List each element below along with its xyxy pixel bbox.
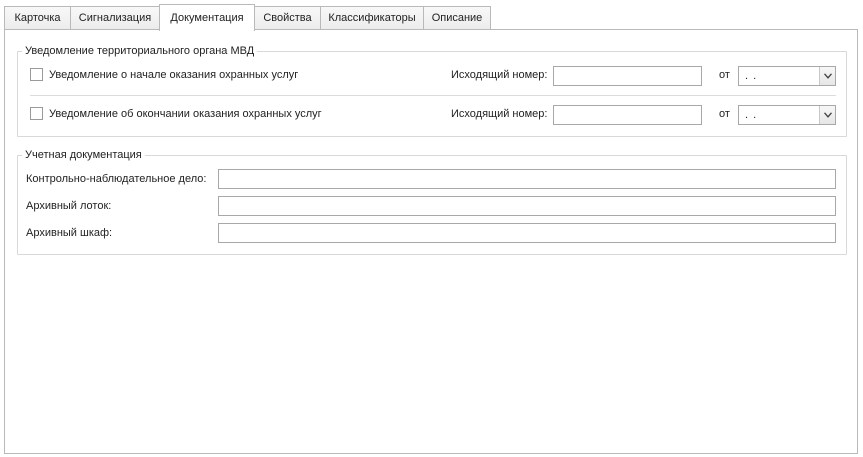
- start-date-value: . .: [745, 70, 758, 82]
- notification-group: Уведомление территориального органа МВД …: [17, 44, 847, 137]
- archive-cabinet-label: Архивный шкаф:: [26, 227, 113, 239]
- tab-properties[interactable]: Свойства: [254, 6, 321, 30]
- start-notification-label: Уведомление о начале оказания охранных у…: [49, 69, 299, 81]
- tab-documentation[interactable]: Документация: [159, 4, 255, 31]
- end-date-value: . .: [745, 109, 758, 121]
- end-notification-label: Уведомление об окончании оказания охранн…: [49, 108, 322, 120]
- tab-card[interactable]: Карточка: [4, 6, 71, 30]
- accounting-group: Учетная документация Контрольно-наблюдат…: [17, 148, 847, 255]
- start-notification-checkbox[interactable]: [30, 68, 43, 81]
- start-date-picker[interactable]: . .: [738, 66, 836, 86]
- tab-description[interactable]: Описание: [423, 6, 491, 30]
- end-notification-checkbox[interactable]: [30, 107, 43, 120]
- start-date-dropdown-button[interactable]: [819, 67, 835, 85]
- row-separator: [30, 95, 836, 96]
- end-outgoing-number-input[interactable]: [553, 105, 702, 125]
- documentation-panel: Уведомление территориального органа МВД …: [4, 29, 858, 454]
- accounting-group-title: Учетная документация: [22, 148, 145, 162]
- archive-cabinet-input[interactable]: [218, 223, 836, 243]
- tab-signaling[interactable]: Сигнализация: [70, 6, 160, 30]
- notification-group-title: Уведомление территориального органа МВД: [22, 44, 258, 58]
- end-date-picker[interactable]: . .: [738, 105, 836, 125]
- control-case-input[interactable]: [218, 169, 836, 189]
- start-outgoing-number-label: Исходящий номер:: [451, 69, 548, 81]
- archive-tray-input[interactable]: [218, 196, 836, 216]
- chevron-down-icon: [824, 73, 832, 79]
- archive-tray-label: Архивный лоток:: [26, 200, 112, 212]
- end-date-dropdown-button[interactable]: [819, 106, 835, 124]
- chevron-down-icon: [824, 112, 832, 118]
- tab-bar: Карточка Сигнализация Документация Свойс…: [4, 4, 859, 31]
- tab-classifiers[interactable]: Классификаторы: [320, 6, 424, 30]
- end-outgoing-number-label: Исходящий номер:: [451, 108, 548, 120]
- control-case-label: Контрольно-наблюдательное дело:: [26, 173, 207, 185]
- start-date-label: от: [719, 69, 730, 81]
- end-date-label: от: [719, 108, 730, 120]
- start-outgoing-number-input[interactable]: [553, 66, 702, 86]
